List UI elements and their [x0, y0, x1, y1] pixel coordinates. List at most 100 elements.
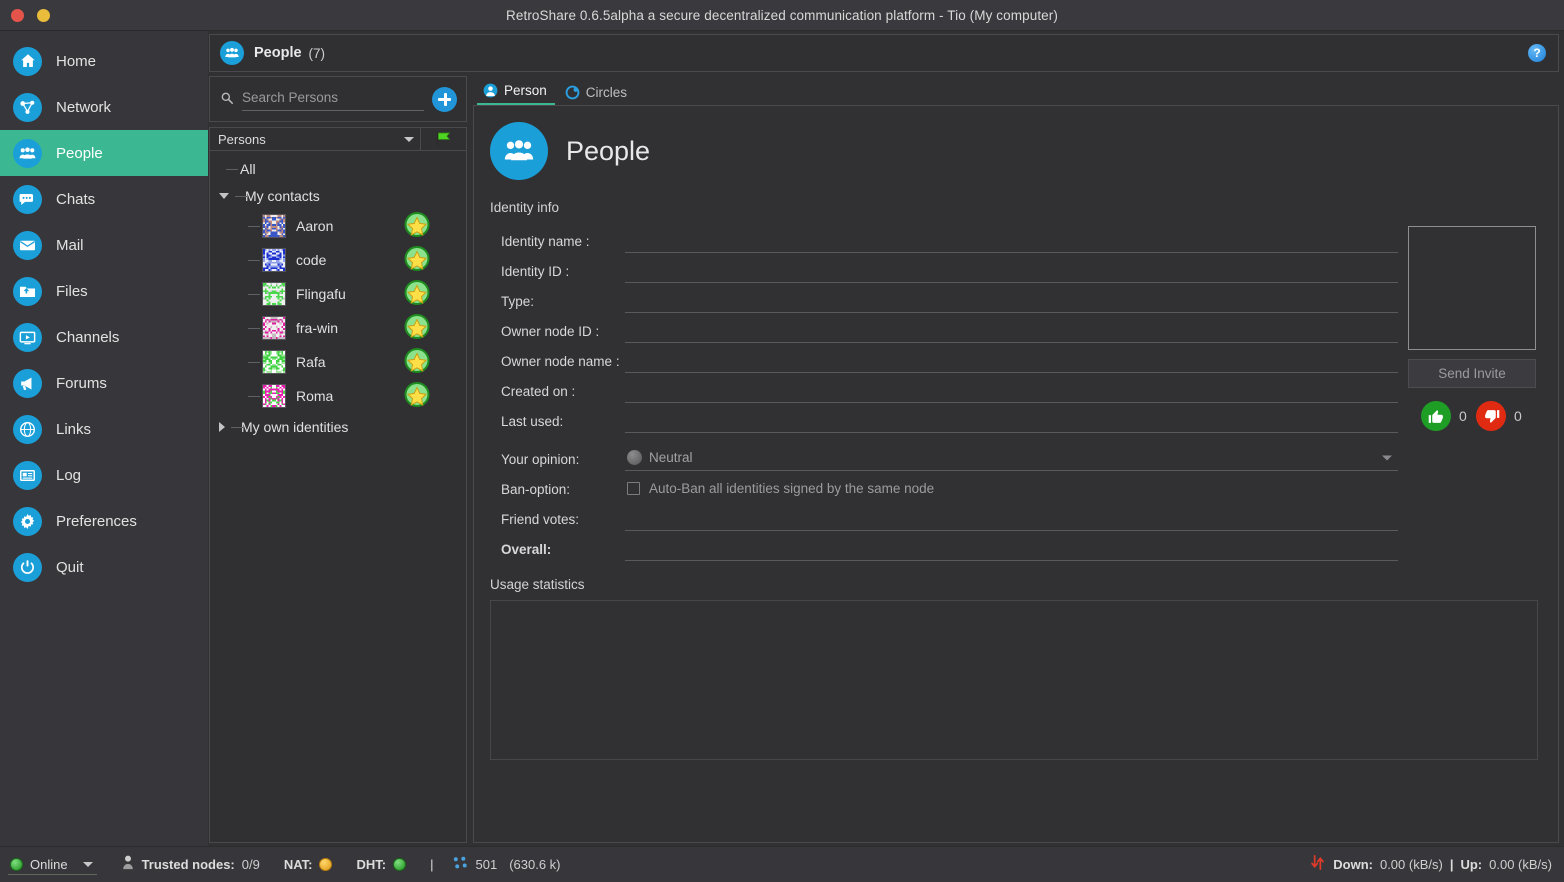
download-label: Down:: [1333, 857, 1373, 872]
list-item[interactable]: Aaron: [210, 209, 466, 243]
field-value[interactable]: [625, 377, 1398, 403]
sidebar-item-channels[interactable]: Channels: [0, 314, 208, 360]
field-friend-votes: Friend votes:: [490, 501, 1398, 531]
status-bar: Online Trusted nodes: 0/9 NAT: DHT: | 50…: [0, 846, 1564, 882]
tree-twig: [227, 413, 243, 440]
forums-icon: [13, 368, 42, 398]
field-label: Identity ID :: [501, 264, 570, 279]
mail-icon: [13, 230, 42, 260]
field-type: Type:: [490, 283, 1398, 313]
sidebar-item-forums[interactable]: Forums: [0, 360, 208, 406]
persons-tree[interactable]: All My contacts Aaron code Flingafu fra-…: [209, 151, 467, 843]
sidebar-item-label: Network: [56, 98, 112, 116]
avatar: [262, 316, 286, 340]
green-flag-icon[interactable]: [421, 127, 467, 151]
contact-name: code: [296, 252, 327, 268]
rate-separator: |: [1449, 857, 1454, 872]
field-value[interactable]: [625, 347, 1398, 373]
contact-name: fra-win: [296, 320, 339, 336]
avatar: [262, 214, 286, 238]
sidebar-item-mail[interactable]: Mail: [0, 222, 208, 268]
sidebar-item-label: Files: [56, 282, 88, 300]
tree-twig: [244, 311, 262, 345]
dht-status-icon: [393, 858, 407, 871]
chevron-down-icon[interactable]: [219, 192, 229, 199]
window-title: RetroShare 0.6.5alpha a secure decentral…: [506, 7, 1058, 23]
close-button[interactable]: [11, 8, 24, 22]
tree-node-my-own-identities[interactable]: My own identities: [210, 413, 466, 440]
sidebar-item-people[interactable]: People: [0, 130, 208, 176]
list-item[interactable]: Rafa: [210, 345, 466, 379]
neutral-dot-icon: [627, 450, 642, 465]
sidebar-item-label: Log: [56, 466, 82, 484]
field-value[interactable]: [625, 257, 1398, 283]
field-label: Owner node ID :: [501, 324, 600, 339]
chevron-down-icon: [1382, 455, 1392, 460]
content-area: People (7) ? Search Persons Persons All …: [208, 31, 1564, 846]
list-item[interactable]: Roma: [210, 379, 466, 413]
sidebar-item-chats[interactable]: Chats: [0, 176, 208, 222]
help-icon[interactable]: ?: [1528, 44, 1546, 62]
field-label: Overall:: [501, 542, 552, 557]
tree-twig: [244, 379, 262, 413]
star-badge: [402, 279, 432, 309]
title-bar: RetroShare 0.6.5alpha a secure decentral…: [0, 0, 1564, 31]
nat-status-icon: [319, 858, 333, 871]
auto-ban-checkbox[interactable]: [627, 481, 640, 495]
minimize-button[interactable]: [37, 8, 50, 22]
field-value[interactable]: [625, 287, 1398, 313]
field-value[interactable]: [625, 317, 1398, 343]
tab-label: Person: [504, 83, 547, 98]
peers-icon: [453, 855, 468, 874]
persons-filter-dropdown[interactable]: Persons: [209, 127, 421, 151]
sidebar-item-network[interactable]: Network: [0, 84, 208, 130]
peers-size: (630.6 k): [509, 857, 561, 872]
star-badge: [402, 245, 432, 275]
tree-node-my-contacts[interactable]: My contacts: [210, 182, 466, 209]
search-bar: [209, 76, 467, 122]
list-item[interactable]: code: [210, 243, 466, 277]
status-right-group: Down: 0.00 (kB/s) | Up: 0.00 (kB/s): [1309, 854, 1552, 875]
sidebar-item-home[interactable]: Home: [0, 38, 208, 84]
tree-node-all[interactable]: All: [210, 155, 466, 182]
sidebar-item-quit[interactable]: Quit: [0, 544, 208, 590]
filter-row: Persons: [209, 127, 467, 151]
network-icon: [13, 92, 42, 122]
online-status-dropdown[interactable]: Online: [8, 855, 97, 875]
tab-circles[interactable]: Circles: [559, 82, 635, 105]
field-overall: Overall:: [490, 531, 1398, 561]
detail-heading-row: People: [490, 122, 1538, 180]
opinion-dropdown[interactable]: Neutral: [625, 445, 1398, 471]
thumbs-up-icon[interactable]: [1421, 401, 1451, 431]
persons-pane: Persons: [209, 76, 467, 843]
send-invite-button[interactable]: Send Invite: [1408, 359, 1536, 388]
thumbs-down-icon[interactable]: [1476, 401, 1506, 431]
list-item[interactable]: fra-win: [210, 311, 466, 345]
field-label: Type:: [501, 294, 535, 309]
star-badge: [402, 211, 432, 241]
home-icon: [13, 46, 42, 76]
field-value[interactable]: [625, 227, 1398, 253]
chevron-down-icon: [404, 136, 414, 142]
list-item[interactable]: Flingafu: [210, 277, 466, 311]
search-input[interactable]: [242, 87, 424, 111]
field-value[interactable]: [625, 407, 1398, 433]
sidebar-item-log[interactable]: Log: [0, 452, 208, 498]
sidebar-item-preferences[interactable]: Preferences: [0, 498, 208, 544]
identity-avatar-frame[interactable]: [1408, 226, 1536, 350]
sidebar-item-label: Links: [56, 420, 92, 438]
chevron-right-icon[interactable]: [219, 421, 225, 432]
dht-label: DHT:: [356, 857, 387, 872]
tab-person[interactable]: Person: [477, 80, 555, 105]
status-separator: |: [430, 857, 434, 872]
sidebar-item-links[interactable]: Links: [0, 406, 208, 452]
avatar: [262, 384, 286, 408]
sidebar-item-files[interactable]: Files: [0, 268, 208, 314]
add-person-button[interactable]: [432, 86, 457, 112]
field-label: Identity name :: [501, 234, 590, 249]
field-owner-node-id: Owner node ID :: [490, 313, 1398, 343]
auto-ban-label: Auto-Ban all identities signed by the sa…: [649, 480, 935, 496]
vote-down-count: 0: [1514, 408, 1522, 424]
gear-icon: [13, 506, 42, 536]
field-label: Friend votes:: [501, 512, 580, 527]
